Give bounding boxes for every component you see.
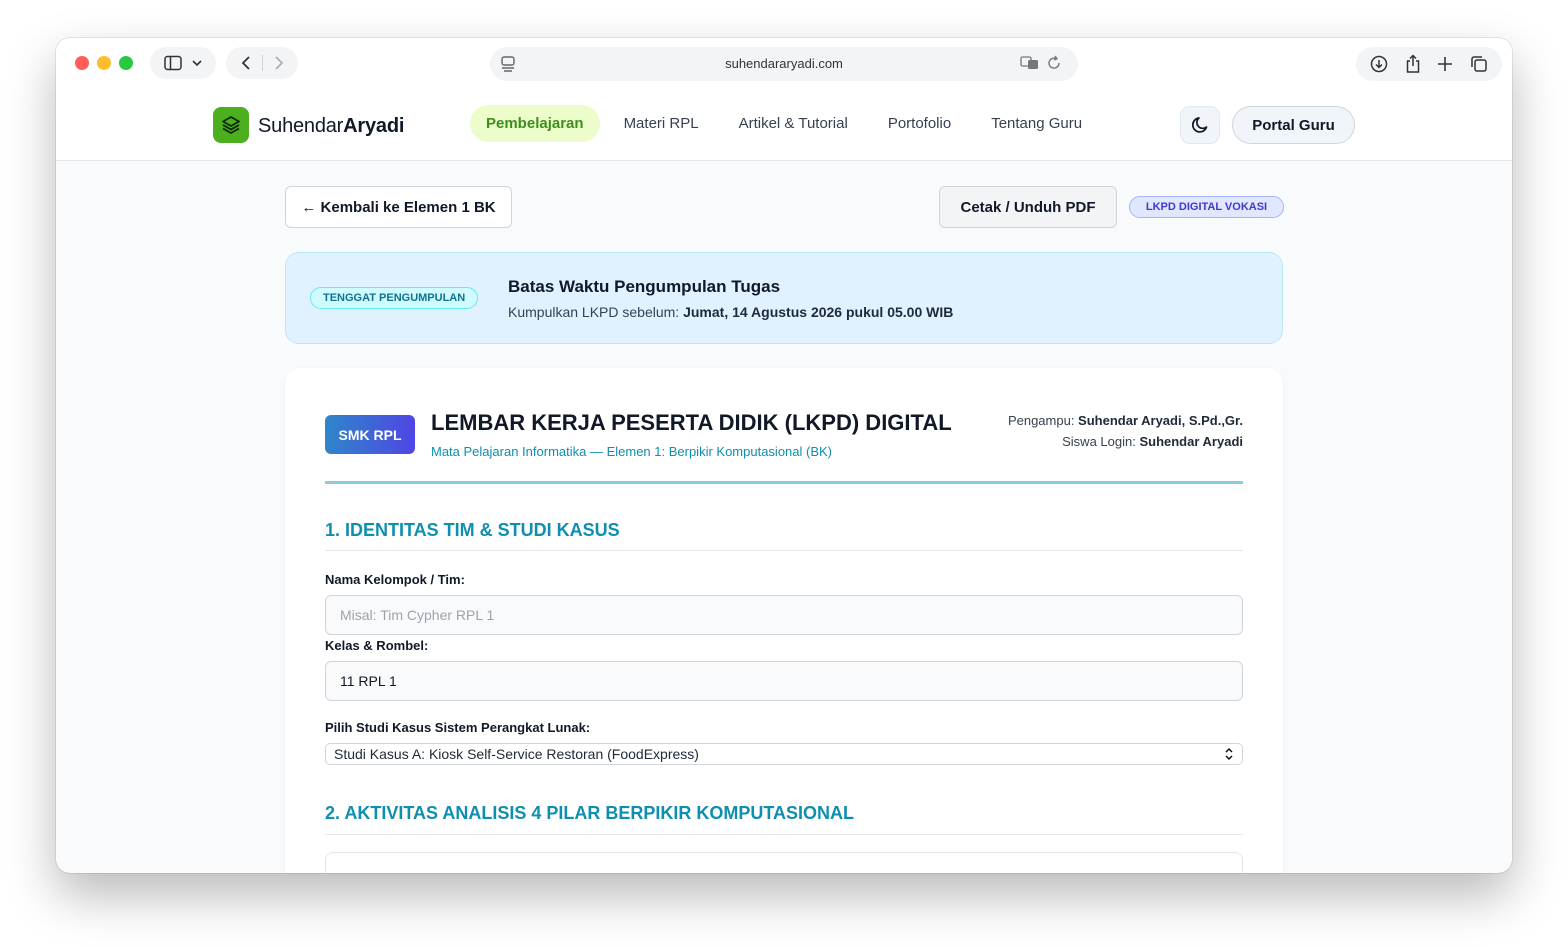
section-1-divider [325,550,1243,551]
pengampu-name: Suhendar Aryadi, S.Pd.,Gr. [1078,413,1243,428]
moon-icon [1191,117,1208,133]
analysis-box [325,852,1243,873]
pengampu-label: Pengampu: [1007,413,1079,428]
smk-rpl-badge: SMK RPL [325,415,415,454]
theme-toggle-button[interactable] [1180,106,1220,144]
translate-icon[interactable] [1020,55,1040,71]
site-name-light: Suhendar [258,115,344,137]
class-input[interactable] [325,661,1243,701]
browser-actions [1356,47,1502,81]
tab-overview-icon[interactable] [1470,55,1488,73]
sidebar-icon [164,55,182,71]
header-divider [325,481,1243,484]
deadline-date: Jumat, 14 Agustus 2026 pukul 05.00 WIB [683,304,954,320]
site-name-bold: Aryadi [343,115,405,137]
minimize-window-button[interactable] [97,56,111,70]
site-name[interactable]: SuhendarAryadi [258,115,404,138]
new-tab-icon[interactable] [1437,56,1453,72]
share-icon[interactable] [1405,54,1421,74]
worksheet-title: LEMBAR KERJA PESERTA DIDIK (LKPD) DIGITA… [431,410,952,435]
section-2-divider [325,834,1243,835]
deadline-badge: TENGGAT PENGUMPULAN [310,287,479,309]
nav-link-tentang-guru[interactable]: Tentang Guru [975,105,1098,142]
team-name-label: Nama Kelompok / Tim: [325,572,465,587]
worksheet-meta: Pengampu: Suhendar Aryadi, S.Pd.,Gr. Sis… [1008,410,1243,452]
lkpd-badge: LKPD DIGITAL VOKASI [1129,196,1284,218]
section-1-title: 1. IDENTITAS TIM & STUDI KASUS [325,520,620,540]
nav-link-materi-rpl[interactable]: Materi RPL [608,105,715,142]
browser-window: suhendararyadi.com SuhendarAryadi Pembel… [56,38,1512,873]
address-bar[interactable]: suhendararyadi.com [490,47,1078,81]
back-button[interactable]: ← Kembali ke Elemen 1 BK [285,186,512,228]
forward-arrow-icon[interactable] [273,55,285,71]
layers-icon [222,116,240,134]
deadline-text-prefix: Kumpulkan LKPD sebelum: [508,304,684,320]
select-arrows-icon [1225,747,1233,761]
worksheet-card: SMK RPL LEMBAR KERJA PESERTA DIDIK (LKPD… [285,368,1283,873]
worksheet-subtitle: Mata Pelajaran Informatika — Elemen 1: B… [431,444,833,459]
deadline-banner: TENGGAT PENGUMPULAN Batas Waktu Pengumpu… [285,252,1283,344]
back-arrow-icon[interactable] [240,55,252,71]
team-name-input[interactable] [325,595,1243,635]
url-text: suhendararyadi.com [725,56,843,71]
siswa-name: Suhendar Aryadi [1139,434,1243,449]
main-nav: Pembelajaran Materi RPL Artikel & Tutori… [470,105,1106,142]
case-study-label: Pilih Studi Kasus Sistem Perangkat Lunak… [325,720,591,735]
browser-toolbar: suhendararyadi.com [56,38,1512,90]
portal-guru-button[interactable]: Portal Guru [1232,106,1355,144]
chevron-down-icon [192,60,202,67]
sidebar-toggle-button[interactable] [150,47,216,79]
class-label: Kelas & Rombel: [325,638,429,653]
history-nav [226,47,298,79]
nav-link-pembelajaran[interactable]: Pembelajaran [470,105,600,142]
download-icon[interactable] [1370,55,1388,73]
close-window-button[interactable] [75,56,89,70]
print-pdf-button[interactable]: Cetak / Unduh PDF [939,186,1117,228]
siswa-label: Siswa Login: [1062,434,1140,449]
site-navbar: SuhendarAryadi Pembelajaran Materi RPL A… [56,90,1512,161]
nav-link-portofolio[interactable]: Portofolio [872,105,967,142]
deadline-text: Kumpulkan LKPD sebelum: Jumat, 14 Agustu… [508,304,953,320]
maximize-window-button[interactable] [119,56,133,70]
nav-link-artikel-tutorial[interactable]: Artikel & Tutorial [723,105,864,142]
reload-icon[interactable] [1046,55,1062,71]
deadline-title: Batas Waktu Pengumpulan Tugas [508,277,781,296]
section-2-title: 2. AKTIVITAS ANALISIS 4 PILAR BERPIKIR K… [325,803,855,823]
case-study-selected: Studi Kasus A: Kiosk Self-Service Restor… [334,746,699,762]
site-logo[interactable] [213,107,249,143]
case-study-select[interactable]: Studi Kasus A: Kiosk Self-Service Restor… [325,743,1243,765]
